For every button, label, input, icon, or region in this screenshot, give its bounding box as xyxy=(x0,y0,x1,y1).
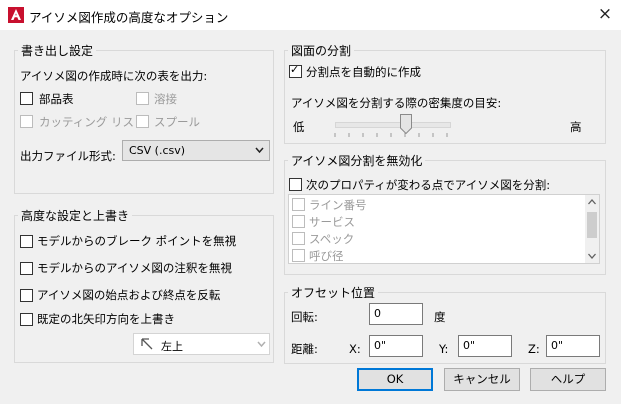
ignore-annotations-checkbox[interactable] xyxy=(20,262,33,275)
density-slider-thumb[interactable] xyxy=(400,114,412,134)
cut-list-label: カッティング リスト xyxy=(39,115,136,129)
scroll-thumb[interactable] xyxy=(587,212,597,238)
x-label: X: xyxy=(349,342,361,356)
density-slider-track[interactable] xyxy=(335,122,451,128)
density-slider-ticks xyxy=(334,133,448,137)
distance-label: 距離: xyxy=(291,342,318,356)
ignore-annotations-label: モデルからのアイソメ図の注釈を無視 xyxy=(37,261,232,275)
split-on-props-label: 次のプロパティが変わる点でアイソメ図を分割: xyxy=(306,178,551,192)
split-on-props-checkbox[interactable] xyxy=(289,178,302,191)
bom-label: 部品表 xyxy=(39,92,74,106)
degree-unit: 度 xyxy=(434,310,446,324)
prop-service-checkbox xyxy=(292,215,305,228)
spools-label: スプール xyxy=(154,115,200,129)
z-label: Z: xyxy=(528,342,540,356)
override-north-label: 既定の北矢印方向を上書き xyxy=(37,312,175,326)
auto-split-checkbox[interactable] xyxy=(289,63,302,78)
rotation-label: 回転: xyxy=(291,310,318,324)
rotation-input[interactable]: 0 xyxy=(369,303,423,325)
export-settings-title: 書き出し設定 xyxy=(18,42,97,59)
disable-split-title: アイソメ図分割を無効化 xyxy=(288,152,426,169)
output-format-select[interactable]: CSV (.csv) xyxy=(122,140,270,161)
cut-list-checkbox xyxy=(20,115,33,128)
window-title: アイソメ図作成の高度なオプション xyxy=(29,10,229,25)
output-format-value: CSV (.csv) xyxy=(129,144,186,157)
density-low-label: 低 xyxy=(293,120,305,134)
auto-split-label: 分割点を自動的に作成 xyxy=(306,65,421,79)
prop-line-number-label: ライン番号 xyxy=(309,198,367,212)
prop-service-label: サービス xyxy=(309,215,355,229)
ok-button[interactable]: OK xyxy=(357,368,433,391)
bom-checkbox[interactable] xyxy=(20,92,33,105)
cancel-button[interactable]: キャンセル xyxy=(444,368,520,391)
help-button[interactable]: ヘルプ xyxy=(530,368,606,391)
offset-y-input[interactable]: 0" xyxy=(458,335,512,357)
chevron-down-icon xyxy=(257,341,266,348)
density-high-label: 高 xyxy=(570,120,582,134)
chevron-down-icon xyxy=(255,147,264,154)
prop-spec-checkbox xyxy=(292,232,305,245)
advanced-title: 高度な設定と上書き xyxy=(18,207,133,224)
scroll-up-icon[interactable] xyxy=(588,199,596,205)
offset-title: オフセット位置 xyxy=(288,284,379,301)
north-direction-select: 左上 xyxy=(133,333,270,355)
output-format-label: 出力ファイル形式: xyxy=(20,149,116,163)
properties-list: ライン番号 サービス スペック 呼び径 xyxy=(288,194,600,264)
north-arrow-icon xyxy=(141,338,153,350)
welds-checkbox xyxy=(136,92,149,105)
close-icon[interactable]: × xyxy=(596,3,614,25)
prop-line-number-checkbox xyxy=(292,198,305,211)
ignore-breaks-label: モデルからのブレーク ポイントを無視 xyxy=(37,234,237,248)
autocad-logo-icon xyxy=(8,7,24,23)
prop-size-checkbox xyxy=(292,249,305,262)
drawing-split-title: 図面の分割 xyxy=(288,42,355,59)
offset-z-input[interactable]: 0" xyxy=(546,335,600,357)
spools-checkbox xyxy=(136,115,149,128)
ignore-breaks-checkbox[interactable] xyxy=(20,235,33,248)
density-label: アイソメ図を分割する際の密集度の目安: xyxy=(291,96,502,110)
offset-x-input[interactable]: 0" xyxy=(369,335,423,357)
welds-label: 溶接 xyxy=(154,92,177,106)
prop-size-label: 呼び径 xyxy=(309,249,344,263)
north-direction-value: 左上 xyxy=(161,340,183,353)
scroll-down-icon[interactable] xyxy=(588,253,596,259)
y-label: Y: xyxy=(439,342,449,356)
reverse-ends-label: アイソメ図の始点および終点を反転 xyxy=(37,288,221,302)
reverse-ends-checkbox[interactable] xyxy=(20,289,33,302)
override-north-checkbox[interactable] xyxy=(20,313,33,326)
output-tables-label: アイソメ図の作成時に次の表を出力: xyxy=(20,69,208,83)
list-scrollbar[interactable] xyxy=(585,195,599,263)
prop-spec-label: スペック xyxy=(309,232,355,246)
